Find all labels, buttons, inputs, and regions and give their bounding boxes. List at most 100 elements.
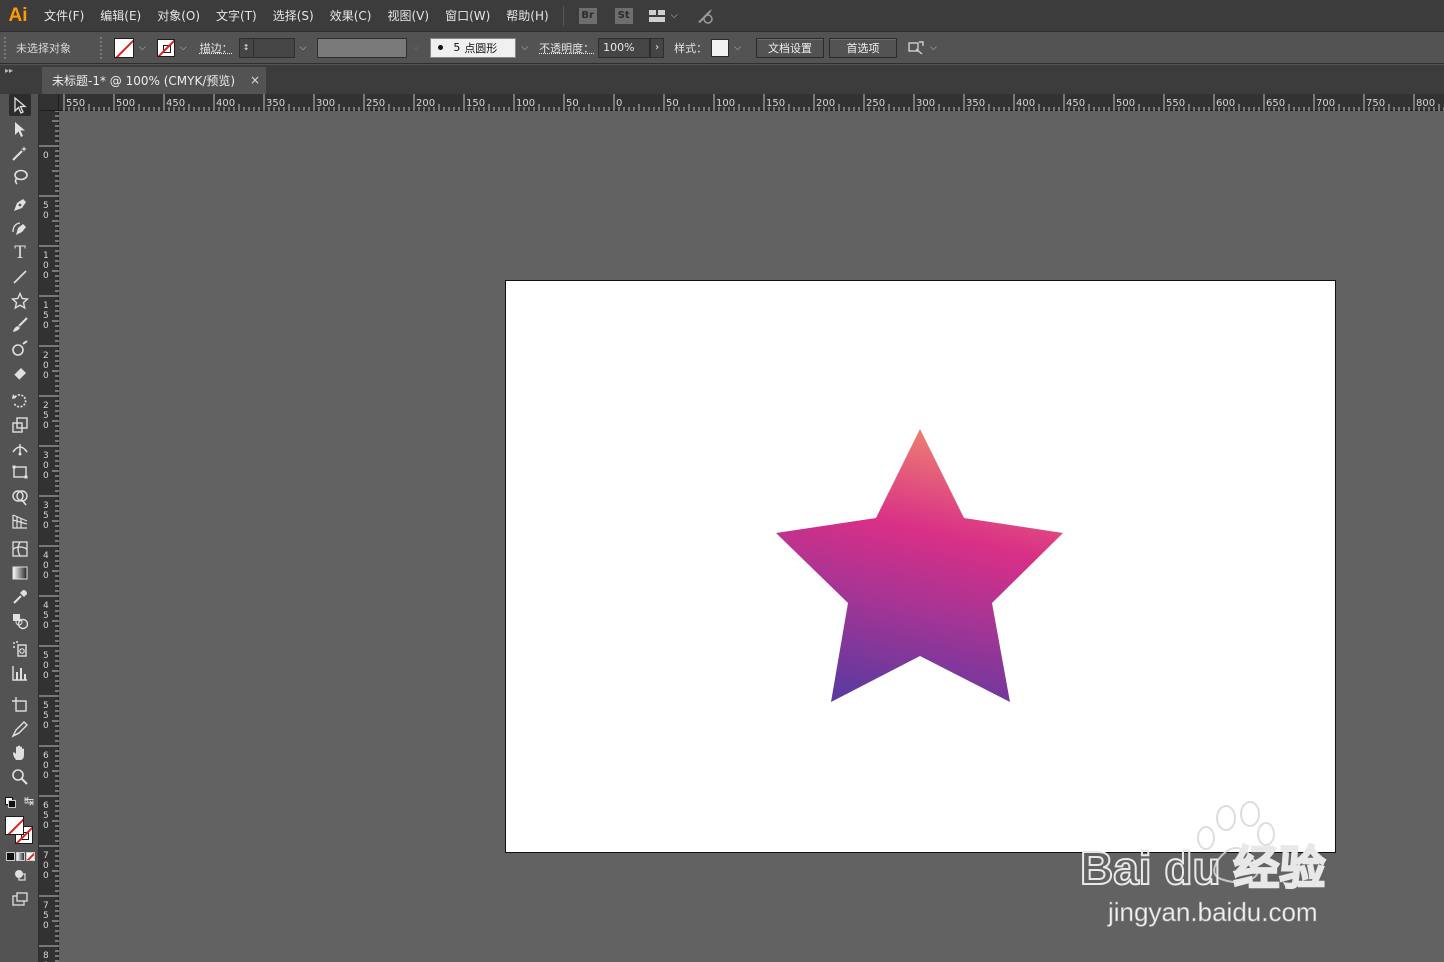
profile-chevron-down-icon[interactable]: ⌵ xyxy=(412,43,419,53)
document-setup-button[interactable]: 文档设置 xyxy=(755,37,824,58)
fill-stroke-control[interactable] xyxy=(5,816,35,846)
stroke-label[interactable]: 描边： xyxy=(200,40,233,56)
stroke-weight-chevron-down-icon[interactable]: ⌵ xyxy=(300,43,307,53)
workspace-switcher-button[interactable]: ⌵ xyxy=(648,9,683,23)
menu-bar: Ai 文件(F) 编辑(E) 对象(O) 文字(T) 选择(S) 效果(C) 视… xyxy=(0,0,1444,31)
ruler-label: 500 xyxy=(116,98,135,109)
opacity-arrow-button[interactable]: › xyxy=(650,37,665,58)
perspective-grid-tool[interactable] xyxy=(9,510,31,532)
ruler-label: 550 xyxy=(1166,98,1185,109)
mesh-tool[interactable] xyxy=(9,538,31,560)
paintbrush-tool[interactable] xyxy=(9,314,31,336)
ruler-label: 300 xyxy=(916,98,935,109)
symbol-sprayer-tool[interactable] xyxy=(9,638,31,660)
menu-help[interactable]: 帮助(H) xyxy=(498,0,556,31)
variable-width-profile[interactable] xyxy=(317,37,408,58)
stroke-swatch[interactable] xyxy=(156,38,175,57)
eyedropper-tool[interactable] xyxy=(9,586,31,608)
stroke-weight-stepper[interactable]: ↕ xyxy=(238,37,253,58)
shaper-tool[interactable] xyxy=(9,338,31,360)
lasso-tool[interactable] xyxy=(9,166,31,188)
zoom-tool[interactable] xyxy=(9,766,31,788)
none-button[interactable] xyxy=(26,852,35,861)
fill-box[interactable] xyxy=(5,816,24,835)
swap-fill-stroke-icon[interactable]: ↹ xyxy=(24,794,34,808)
line-segment-tool[interactable] xyxy=(9,266,31,288)
ruler-label: 350 xyxy=(266,98,285,109)
paintbrush-icon xyxy=(13,317,28,332)
close-icon[interactable]: × xyxy=(250,73,260,87)
menu-window[interactable]: 窗口(W) xyxy=(437,0,498,31)
fill-swatch[interactable] xyxy=(114,37,134,58)
hand-tool[interactable] xyxy=(9,742,31,764)
ruler-label: 0 xyxy=(43,471,49,481)
menu-select[interactable]: 选择(S) xyxy=(265,0,322,31)
slice-tool[interactable] xyxy=(9,718,31,740)
menu-divider xyxy=(562,5,564,26)
type-tool[interactable]: T xyxy=(9,242,31,264)
magic-wand-tool[interactable] xyxy=(9,142,31,164)
star-tool[interactable] xyxy=(9,290,31,312)
gpu-performance-button[interactable] xyxy=(695,7,715,25)
free-transform-tool[interactable] xyxy=(9,462,31,484)
panel-collapse-icon[interactable]: ▸▸ xyxy=(5,66,13,75)
color-button[interactable] xyxy=(6,852,15,861)
gradient-button[interactable] xyxy=(16,852,25,861)
ruler-label: 0 xyxy=(43,921,49,931)
artboard-tool[interactable] xyxy=(9,694,31,716)
menu-file[interactable]: 文件(F) xyxy=(36,0,92,31)
opacity-input[interactable]: 100% xyxy=(598,37,651,58)
horizontal-ruler[interactable]: 550 500 450 400 350 300 250 200 150 100 50 0 50 100 15… xyxy=(59,94,1444,111)
document-tab[interactable]: 未标题-1* @ 100% (CMYK/预览) × xyxy=(42,67,266,94)
ruler-label: 3 xyxy=(43,501,49,511)
default-fill-stroke-icon[interactable] xyxy=(5,797,16,808)
vertical-ruler[interactable]: 0501001502002503003504004505005506006507… xyxy=(39,111,59,962)
ruler-label: 5 xyxy=(43,311,49,321)
column-graph-tool[interactable] xyxy=(9,662,31,684)
ruler-label: 2 xyxy=(43,351,49,361)
brush-definition[interactable]: 5 点圆形 xyxy=(430,37,517,58)
stroke-chevron-down-icon[interactable]: ⌵ xyxy=(180,43,187,53)
eraser-tool[interactable] xyxy=(9,362,31,384)
stock-button[interactable]: St xyxy=(614,7,633,24)
graphic-style-swatch[interactable] xyxy=(711,38,730,57)
selection-tool[interactable] xyxy=(9,94,31,116)
style-chevron-down-icon[interactable]: ⌵ xyxy=(734,43,741,53)
star-icon xyxy=(11,292,29,310)
star-artwork[interactable] xyxy=(506,281,1337,854)
rotate-tool[interactable] xyxy=(9,390,31,412)
scale-tool[interactable] xyxy=(9,414,31,436)
menu-object[interactable]: 对象(O) xyxy=(149,0,208,31)
drawing-modes-tool[interactable] xyxy=(9,864,31,886)
width-tool[interactable] xyxy=(9,438,31,460)
brush-chevron-down-icon[interactable]: ⌵ xyxy=(521,43,528,53)
bridge-button[interactable]: Br xyxy=(578,7,597,24)
stroke-weight-input[interactable] xyxy=(252,37,295,58)
direct-selection-tool[interactable] xyxy=(9,118,31,140)
arrange-documents-button[interactable]: ⌵ xyxy=(907,40,942,56)
fill-chevron-down-icon[interactable]: ⌵ xyxy=(139,43,146,53)
control-bar-grip[interactable] xyxy=(4,36,10,59)
direct-selection-arrow-icon xyxy=(15,122,25,137)
gradient-tool[interactable] xyxy=(9,562,31,584)
ruler-label: 7 xyxy=(43,901,49,911)
ruler-label: 450 xyxy=(166,98,185,109)
menu-view[interactable]: 视图(V) xyxy=(379,0,437,31)
pen-tool[interactable] xyxy=(9,194,31,216)
opacity-label[interactable]: 不透明度： xyxy=(539,40,594,56)
curvature-tool[interactable] xyxy=(9,218,31,240)
menu-edit[interactable]: 编辑(E) xyxy=(92,0,149,31)
artboard[interactable] xyxy=(505,280,1336,853)
ruler-origin[interactable] xyxy=(39,94,59,111)
brush-name: 点圆形 xyxy=(464,41,498,55)
screen-mode-tool[interactable] xyxy=(9,888,31,910)
preferences-button[interactable]: 首选项 xyxy=(828,37,897,58)
shape-builder-tool[interactable] xyxy=(9,486,31,508)
menu-effect[interactable]: 效果(C) xyxy=(322,0,380,31)
ruler-label: 5 xyxy=(43,201,49,211)
ruler-label: 0 xyxy=(43,371,49,381)
star-shape[interactable] xyxy=(776,429,1063,702)
blend-tool[interactable] xyxy=(9,610,31,632)
ruler-label: 400 xyxy=(216,98,235,109)
menu-type[interactable]: 文字(T) xyxy=(208,0,265,31)
